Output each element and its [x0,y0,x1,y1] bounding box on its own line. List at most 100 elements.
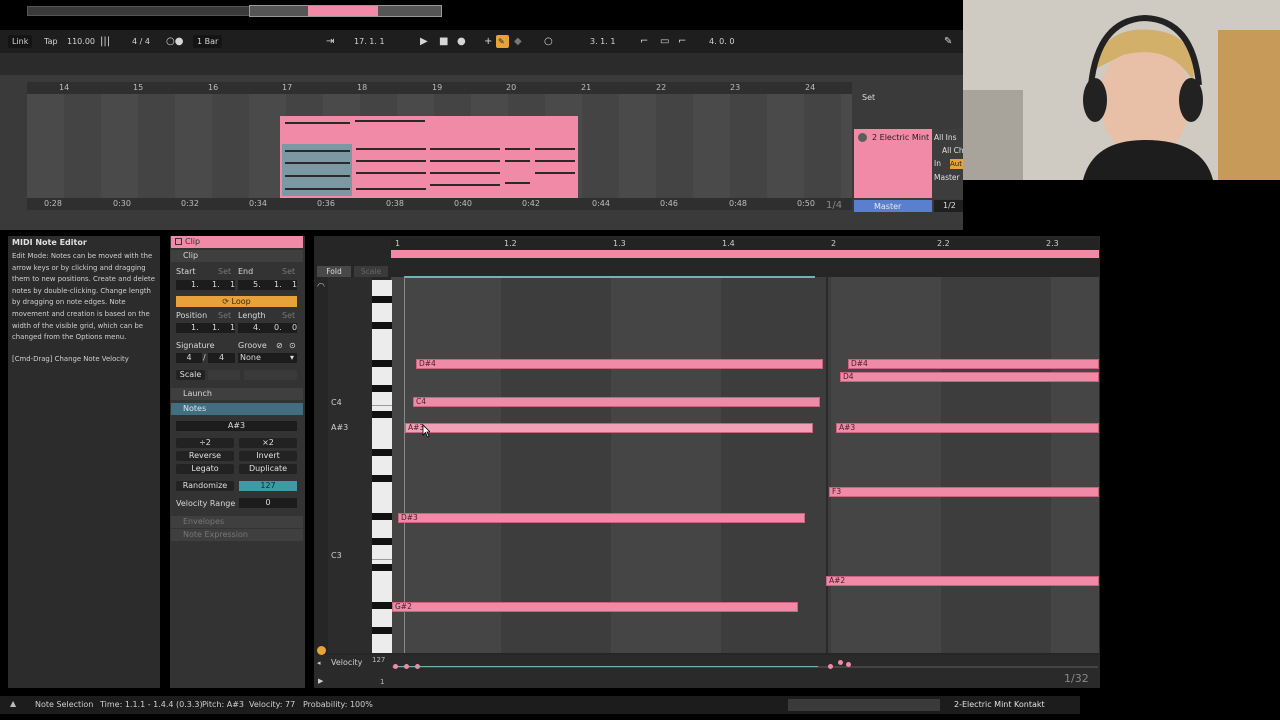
halve-length-button[interactable]: ÷2 [176,438,234,448]
output-select[interactable]: Master [934,173,960,182]
link-button[interactable]: Link [8,35,33,48]
midi-note[interactable]: D#4 [416,359,823,369]
tempo-field[interactable]: 110.00 [63,35,99,48]
randomize-amount-field[interactable]: 127 [239,481,297,491]
groove-select[interactable]: None ▾ [238,353,297,363]
note-grid[interactable] [391,277,1099,653]
signature-denominator[interactable]: 4 [208,353,235,363]
clip-title-bar[interactable]: Clip [171,236,303,248]
loop-brace[interactable] [391,250,1099,258]
black-key[interactable] [372,322,392,329]
black-key[interactable] [372,385,392,392]
velocity-marker[interactable] [404,664,409,669]
note-expression-section-bar[interactable]: Note Expression [171,529,303,541]
groove-commit-icon[interactable]: ⊙ [289,341,296,350]
arrangement-overview[interactable] [0,53,963,75]
midi-note[interactable]: D#3 [398,513,805,523]
groove-hot-swap-icon[interactable]: ⊘ [276,341,283,350]
notes-section-bar[interactable]: Notes [171,403,303,415]
clip-activator-icon[interactable] [175,238,182,245]
capture-icon[interactable]: ◆ [510,35,526,48]
velocity-range-field[interactable]: 0 [239,498,297,508]
lane-expand-icon[interactable]: ▶ [318,677,323,685]
scale-root-select[interactable] [208,370,240,380]
input-channel-select[interactable]: All Ch [942,146,964,155]
loop-position-field[interactable]: 1. 1. 1 [176,323,235,333]
velocity-marker[interactable] [846,662,851,667]
scale-name-select[interactable] [244,370,297,380]
midi-beat-ruler[interactable]: 1 1.2 1.3 1.4 2 2.2 2.3 [391,238,1099,250]
start-set-button[interactable]: Set [218,267,231,276]
duplicate-button[interactable]: Duplicate [239,464,297,474]
midi-note-selected[interactable]: A#3 [405,423,813,433]
velocity-marker[interactable] [838,660,843,665]
black-key[interactable] [372,296,392,303]
end-set-button[interactable]: Set [282,267,295,276]
beat-time-ruler[interactable]: 14 15 16 17 18 19 20 21 22 23 24 [27,82,852,94]
track-name[interactable]: 2 Electric Mint [872,133,929,142]
quantization-select[interactable]: 1 Bar [193,35,223,48]
fold-button[interactable]: Fold [317,266,351,277]
editor-option-icon[interactable] [317,646,326,655]
loop-switch-icon[interactable]: ▭ [656,35,673,48]
launch-section-bar[interactable]: Launch [171,388,303,400]
length-set-button[interactable]: Set [282,311,295,320]
signature-numerator[interactable]: 4 [176,353,202,363]
black-key[interactable] [372,360,392,367]
arrangement-position-field[interactable]: 17. 1. 1 [350,35,389,48]
lane-toggle-icon[interactable]: ◂ [317,659,321,667]
loop-button[interactable]: ⟳ Loop [176,296,297,307]
scale-toggle[interactable]: Scale [176,370,205,380]
midi-note[interactable]: C4 [413,397,820,407]
info-toggle-icon[interactable]: ▲ [10,699,16,708]
time-ruler[interactable]: 0:28 0:30 0:32 0:34 0:36 0:38 0:40 0:42 … [27,198,852,210]
velocity-lane[interactable] [314,655,1100,688]
end-position-field[interactable]: 5. 1. 1 [238,280,297,290]
velocity-marker[interactable] [393,664,398,669]
piano-roll-keys[interactable] [372,280,392,653]
selected-note-field[interactable]: A#3 [176,421,297,431]
input-type-select[interactable]: All Ins [934,133,957,142]
black-key[interactable] [372,513,392,520]
track-fold-icon[interactable] [858,133,867,142]
black-key[interactable] [372,564,392,571]
session-record-icon[interactable]: ○ [540,35,557,48]
metronome-icon[interactable]: ○● [162,35,187,48]
loop-start-field[interactable]: 3. 1. 1 [586,35,619,48]
nudge-icon[interactable]: ||| [96,35,114,48]
black-key[interactable] [372,475,392,482]
black-key[interactable] [372,449,392,456]
loop-length-field[interactable]: 4. 0. 0 [705,35,738,48]
monitor-in-button[interactable]: In [934,159,941,168]
follow-icon[interactable]: ⇥ [322,35,338,48]
play-icon[interactable]: ▶ [416,35,432,48]
overdub-icon[interactable]: + [480,35,496,48]
midi-note[interactable]: F3 [829,487,1099,497]
loop-length-field[interactable]: 4. 0. 0 [238,323,297,333]
midi-note[interactable]: A#2 [826,576,1099,586]
invert-button[interactable]: Invert [239,451,297,461]
envelopes-section-bar[interactable]: Envelopes [171,516,303,528]
randomize-button[interactable]: Randomize [176,481,234,491]
monitor-auto-button[interactable]: Aut [950,159,963,169]
black-key[interactable] [372,602,392,609]
midi-note[interactable]: D#4 [848,359,1099,369]
velocity-marker[interactable] [828,664,833,669]
black-key[interactable] [372,411,392,418]
position-set-button[interactable]: Set [218,311,231,320]
velocity-marker[interactable] [415,664,420,669]
black-key[interactable] [372,627,392,634]
punch-out-icon[interactable]: ⌐ [674,35,690,48]
reverse-button[interactable]: Reverse [176,451,234,461]
midi-note[interactable]: A#3 [836,423,1099,433]
punch-in-icon[interactable]: ⌐ [636,35,652,48]
start-position-field[interactable]: 1. 1. 1 [176,280,235,290]
record-icon[interactable]: ● [453,35,470,48]
midi-note[interactable]: D4 [840,372,1099,382]
stop-icon[interactable]: ■ [435,35,452,48]
preview-headphones-icon[interactable]: ◠ [317,282,325,292]
midi-note[interactable]: G#2 [392,602,798,612]
clip-section-bar[interactable]: Clip [171,250,303,262]
double-length-button[interactable]: ×2 [239,438,297,448]
black-key[interactable] [372,538,392,545]
